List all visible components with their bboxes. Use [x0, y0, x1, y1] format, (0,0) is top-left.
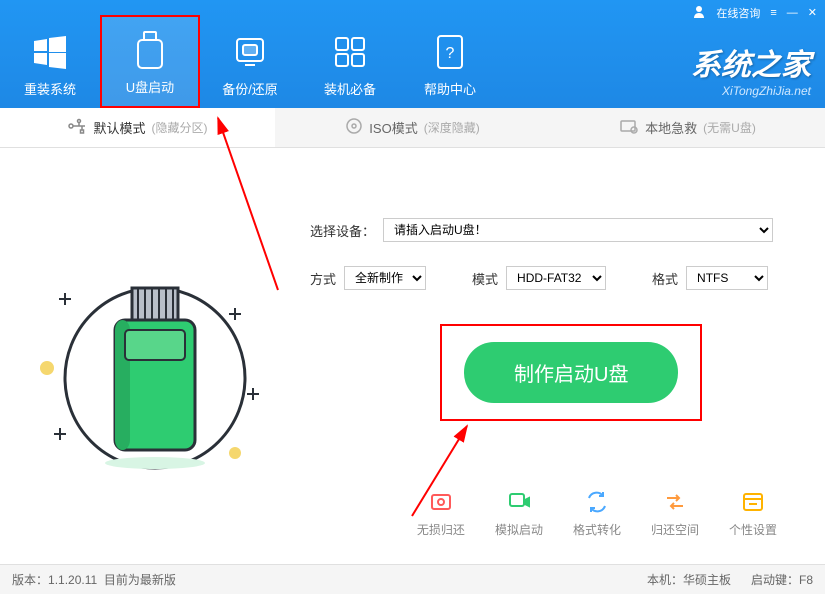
usb-icon	[102, 29, 198, 71]
usb-illustration	[35, 238, 275, 478]
content: 选择设备： 请插入启动U盘！ 方式 全新制作 模式 HDD-FAT32 格式 N…	[0, 148, 825, 548]
tab-sublabel: (隐藏分区)	[152, 119, 208, 136]
mode-label: 模式	[472, 269, 498, 288]
tab-sublabel: (无需U盘)	[703, 119, 756, 136]
iso-icon	[345, 117, 363, 138]
tab-local[interactable]: 本地急救 (无需U盘)	[550, 108, 825, 147]
tab-sublabel: (深度隐藏)	[424, 119, 480, 136]
backup-icon	[200, 31, 300, 73]
consult-link[interactable]: 在线咨询	[716, 5, 760, 21]
help-icon: ?	[400, 31, 500, 73]
svg-text:?: ?	[446, 45, 455, 62]
nav-essentials[interactable]: 装机必备	[300, 19, 400, 108]
version-info: 版本：1.1.20.11 目前为最新版	[12, 571, 176, 588]
mode-select[interactable]: HDD-FAT32	[506, 266, 606, 290]
tab-default[interactable]: 默认模式 (隐藏分区)	[0, 108, 275, 147]
tab-iso[interactable]: ISO模式 (深度隐藏)	[275, 108, 550, 147]
action-restore[interactable]: 无损归还	[417, 489, 465, 538]
action-convert[interactable]: 格式转化	[573, 489, 621, 538]
illustration-panel	[20, 168, 290, 548]
rescue-icon	[619, 118, 639, 137]
status-bar: 版本：1.1.20.11 目前为最新版 本机：华硕主板 启动键：F8	[0, 564, 825, 594]
space-icon	[662, 489, 688, 515]
action-return-space[interactable]: 归还空间	[651, 489, 699, 538]
machine-info: 本机：华硕主板 启动键：F8	[647, 571, 813, 588]
logo: 系统之家 XiTongZhiJia.net	[691, 40, 811, 98]
tab-label: 默认模式	[93, 118, 145, 137]
device-label: 选择设备：	[310, 221, 375, 240]
avatar-icon	[692, 4, 706, 21]
method-select[interactable]: 全新制作	[344, 266, 426, 290]
personalize-icon	[740, 489, 766, 515]
format-label: 格式	[652, 269, 678, 288]
create-boot-usb-button[interactable]: 制作启动U盘	[464, 342, 678, 403]
windows-icon	[0, 31, 100, 73]
restore-icon	[428, 489, 454, 515]
tab-label: 本地急救	[645, 118, 697, 137]
action-personalize[interactable]: 个性设置	[729, 489, 777, 538]
action-simulate[interactable]: 模拟启动	[495, 489, 543, 538]
device-row: 选择设备： 请插入启动U盘！	[310, 218, 805, 242]
format-select[interactable]: NTFS	[686, 266, 768, 290]
form-panel: 选择设备： 请插入启动U盘！ 方式 全新制作 模式 HDD-FAT32 格式 N…	[290, 168, 805, 548]
convert-icon	[584, 489, 610, 515]
title-bar: 在线咨询 ≡ — ✕	[692, 4, 817, 21]
menu-icon[interactable]: ≡	[770, 7, 776, 19]
nav-reinstall[interactable]: 重装系统	[0, 19, 100, 108]
tab-label: ISO模式	[369, 118, 417, 137]
bottom-actions: 无损归还 模拟启动 格式转化 归还空间 个性设置	[417, 489, 777, 538]
nav-usb-boot[interactable]: U盘启动	[100, 15, 200, 108]
nav-help[interactable]: ? 帮助中心	[400, 19, 500, 108]
method-label: 方式	[310, 269, 336, 288]
header: 在线咨询 ≡ — ✕ 重装系统 U盘启动 备份/还原 装机必备 ? 帮助中心 系…	[0, 0, 825, 108]
mode-tabs: 默认模式 (隐藏分区) ISO模式 (深度隐藏) 本地急救 (无需U盘)	[0, 108, 825, 148]
nav-backup[interactable]: 备份/还原	[200, 19, 300, 108]
simulate-icon	[506, 489, 532, 515]
minimize-button[interactable]: —	[787, 7, 798, 19]
usb-small-icon	[67, 118, 87, 137]
options-row: 方式 全新制作 模式 HDD-FAT32 格式 NTFS	[310, 266, 805, 290]
apps-icon	[300, 31, 400, 73]
device-select[interactable]: 请插入启动U盘！	[383, 218, 773, 242]
main-button-highlight: 制作启动U盘	[440, 324, 702, 421]
close-button[interactable]: ✕	[808, 6, 817, 19]
